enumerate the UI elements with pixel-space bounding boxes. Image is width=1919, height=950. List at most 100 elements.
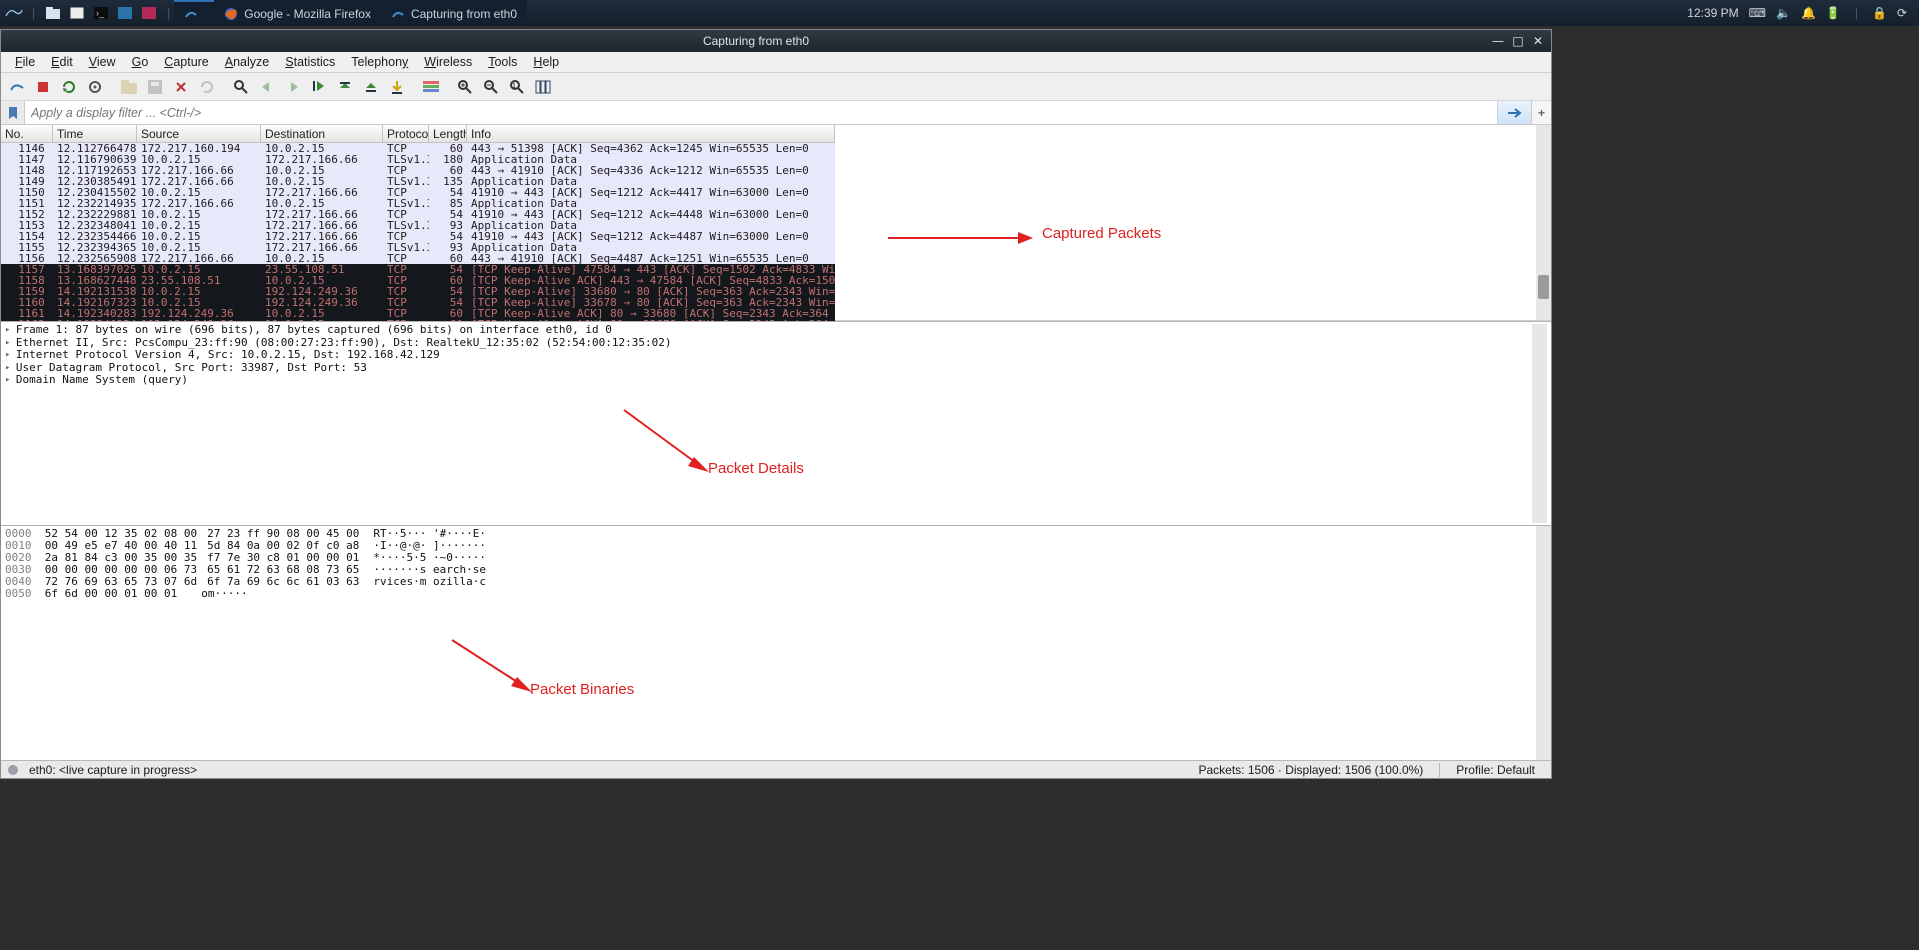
menu-wireless[interactable]: Wireless (416, 53, 480, 71)
files-icon[interactable] (43, 4, 63, 22)
packet-row[interactable]: 115612.232565908172.217.166.6610.0.2.15T… (1, 253, 835, 264)
go-back-icon[interactable] (255, 76, 279, 98)
display-filter-input[interactable] (25, 101, 1497, 124)
column-source[interactable]: Source (137, 125, 261, 142)
column-destination[interactable]: Destination (261, 125, 383, 142)
column-protocol[interactable]: Protocol (383, 125, 429, 142)
packet-row[interactable]: 115813.16862744823.55.108.5110.0.2.15TCP… (1, 275, 835, 286)
packet-row[interactable]: 114912.230385491172.217.166.6610.0.2.15T… (1, 176, 835, 187)
status-packets: Packets: 1506 · Displayed: 1506 (100.0%) (1183, 763, 1440, 777)
packet-row[interactable]: 115914.19213153810.0.2.15192.124.249.36T… (1, 286, 835, 297)
filter-add-button[interactable]: + (1531, 101, 1551, 124)
packet-row[interactable]: 114612.112766478172.217.160.19410.0.2.15… (1, 143, 835, 154)
lock-icon[interactable]: 🔒 (1872, 6, 1887, 20)
column-info[interactable]: Info (467, 125, 835, 142)
colorize-icon[interactable] (419, 76, 443, 98)
notification-icon[interactable]: 🔔 (1801, 6, 1816, 20)
packet-row[interactable]: 114712.11679063910.0.2.15172.217.166.66T… (1, 154, 835, 165)
kali-square-icon[interactable] (115, 4, 135, 22)
menu-view[interactable]: View (81, 53, 124, 71)
filter-bookmark-icon[interactable] (1, 101, 25, 124)
packet-row[interactable]: 115312.23234804110.0.2.15172.217.166.66T… (1, 220, 835, 231)
stop-capture-icon[interactable] (31, 76, 55, 98)
packet-row[interactable]: 115713.16839702510.0.2.1523.55.108.51TCP… (1, 264, 835, 275)
packet-row[interactable]: 115212.23222988110.0.2.15172.217.166.66T… (1, 209, 835, 220)
power-icon[interactable]: ⟳ (1897, 6, 1907, 20)
save-file-icon[interactable] (143, 76, 167, 98)
resize-columns-icon[interactable] (531, 76, 555, 98)
filter-apply-button[interactable] (1497, 101, 1531, 124)
find-packet-icon[interactable] (229, 76, 253, 98)
menu-statistics[interactable]: Statistics (277, 53, 343, 71)
keyboard-icon[interactable]: ⌨ (1749, 6, 1766, 20)
packet-list-header[interactable]: No. Time Source Destination Protocol Len… (1, 125, 835, 143)
restart-capture-icon[interactable] (57, 76, 81, 98)
column-number[interactable]: No. (1, 125, 53, 142)
packet-row[interactable]: 114812.117192653172.217.166.6610.0.2.15T… (1, 165, 835, 176)
detail-tree-item[interactable]: Internet Protocol Version 4, Src: 10.0.2… (5, 349, 1532, 362)
files2-icon[interactable] (67, 4, 87, 22)
minimize-button[interactable]: — (1491, 34, 1505, 48)
status-left: eth0: <live capture in progress> (25, 763, 1183, 777)
packet-row[interactable]: 116214.192340354192.124.249.3610.0.2.15T… (1, 319, 835, 321)
packet-list-scrollbar[interactable] (1536, 125, 1551, 320)
details-scrollbar[interactable] (1532, 324, 1547, 523)
window-title: Capturing from eth0 (21, 34, 1491, 48)
packet-row[interactable]: 115412.23235446610.0.2.15172.217.166.66T… (1, 231, 835, 242)
zoom-in-icon[interactable] (453, 76, 477, 98)
goto-packet-icon[interactable] (307, 76, 331, 98)
terminal-icon[interactable]: ›_ (91, 4, 111, 22)
column-length[interactable]: Length (429, 125, 467, 142)
maximize-button[interactable]: □ (1511, 34, 1525, 48)
taskbar-task-firefox[interactable]: Google - Mozilla Firefox (214, 0, 381, 26)
menu-bar: File Edit View Go Capture Analyze Statis… (1, 52, 1551, 73)
zoom-reset-icon[interactable]: 1 (505, 76, 529, 98)
battery-icon[interactable]: 🔋 (1826, 6, 1841, 20)
hex-line[interactable]: 0050 6f 6d 00 00 01 00 01om····· (5, 588, 1532, 600)
taskbar-separator: | (28, 6, 39, 20)
window-titlebar[interactable]: Capturing from eth0 — □ ✕ (1, 30, 1551, 52)
status-profile[interactable]: Profile: Default (1439, 763, 1551, 777)
svg-text:›_: ›_ (96, 8, 105, 18)
open-file-icon[interactable] (117, 76, 141, 98)
packet-row[interactable]: 115012.23041550210.0.2.15172.217.166.66T… (1, 187, 835, 198)
go-first-icon[interactable] (333, 76, 357, 98)
taskbar-task-capture[interactable]: Capturing from eth0 (381, 0, 527, 26)
start-capture-icon[interactable] (5, 76, 29, 98)
packet-row[interactable]: 116014.19216732310.0.2.15192.124.249.36T… (1, 297, 835, 308)
zoom-out-icon[interactable] (479, 76, 503, 98)
menu-help[interactable]: Help (525, 53, 567, 71)
packet-row[interactable]: 115512.23239436510.0.2.15172.217.166.66T… (1, 242, 835, 253)
system-tray: 12:39 PM ⌨ 🔈 🔔 🔋 | 🔒 ⟳ (1687, 6, 1915, 20)
metasploit-icon[interactable] (139, 4, 159, 22)
menu-analyze[interactable]: Analyze (217, 53, 277, 71)
detail-tree-item[interactable]: Domain Name System (query) (5, 374, 1532, 387)
packet-row[interactable]: 115112.232214935172.217.166.6610.0.2.15T… (1, 198, 835, 209)
kali-menu-icon[interactable] (4, 4, 24, 22)
clock[interactable]: 12:39 PM (1687, 6, 1738, 20)
status-bar: eth0: <live capture in progress> Packets… (1, 760, 1551, 778)
detail-tree-item[interactable]: User Datagram Protocol, Src Port: 33987,… (5, 362, 1532, 375)
menu-go[interactable]: Go (124, 53, 157, 71)
hex-scrollbar[interactable] (1536, 526, 1551, 760)
menu-capture[interactable]: Capture (156, 53, 216, 71)
close-button[interactable]: ✕ (1531, 34, 1545, 48)
volume-icon[interactable]: 🔈 (1776, 6, 1791, 20)
go-forward-icon[interactable] (281, 76, 305, 98)
reload-icon[interactable] (195, 76, 219, 98)
menu-edit[interactable]: Edit (43, 53, 81, 71)
menu-telephony[interactable]: Telephony (343, 53, 416, 71)
taskbar-task-wireshark[interactable] (174, 0, 214, 26)
svg-text:1: 1 (512, 83, 516, 90)
capture-options-icon[interactable] (83, 76, 107, 98)
expert-info-icon[interactable] (1, 764, 25, 776)
menu-tools[interactable]: Tools (480, 53, 525, 71)
close-file-icon[interactable] (169, 76, 193, 98)
wireshark-window: Capturing from eth0 — □ ✕ File Edit View… (0, 29, 1552, 779)
menu-file[interactable]: File (7, 53, 43, 71)
go-last-icon[interactable] (359, 76, 383, 98)
autoscroll-icon[interactable] (385, 76, 409, 98)
detail-tree-item[interactable]: Frame 1: 87 bytes on wire (696 bits), 87… (5, 324, 1532, 337)
column-time[interactable]: Time (53, 125, 137, 142)
packet-row[interactable]: 116114.192340283192.124.249.3610.0.2.15T… (1, 308, 835, 319)
